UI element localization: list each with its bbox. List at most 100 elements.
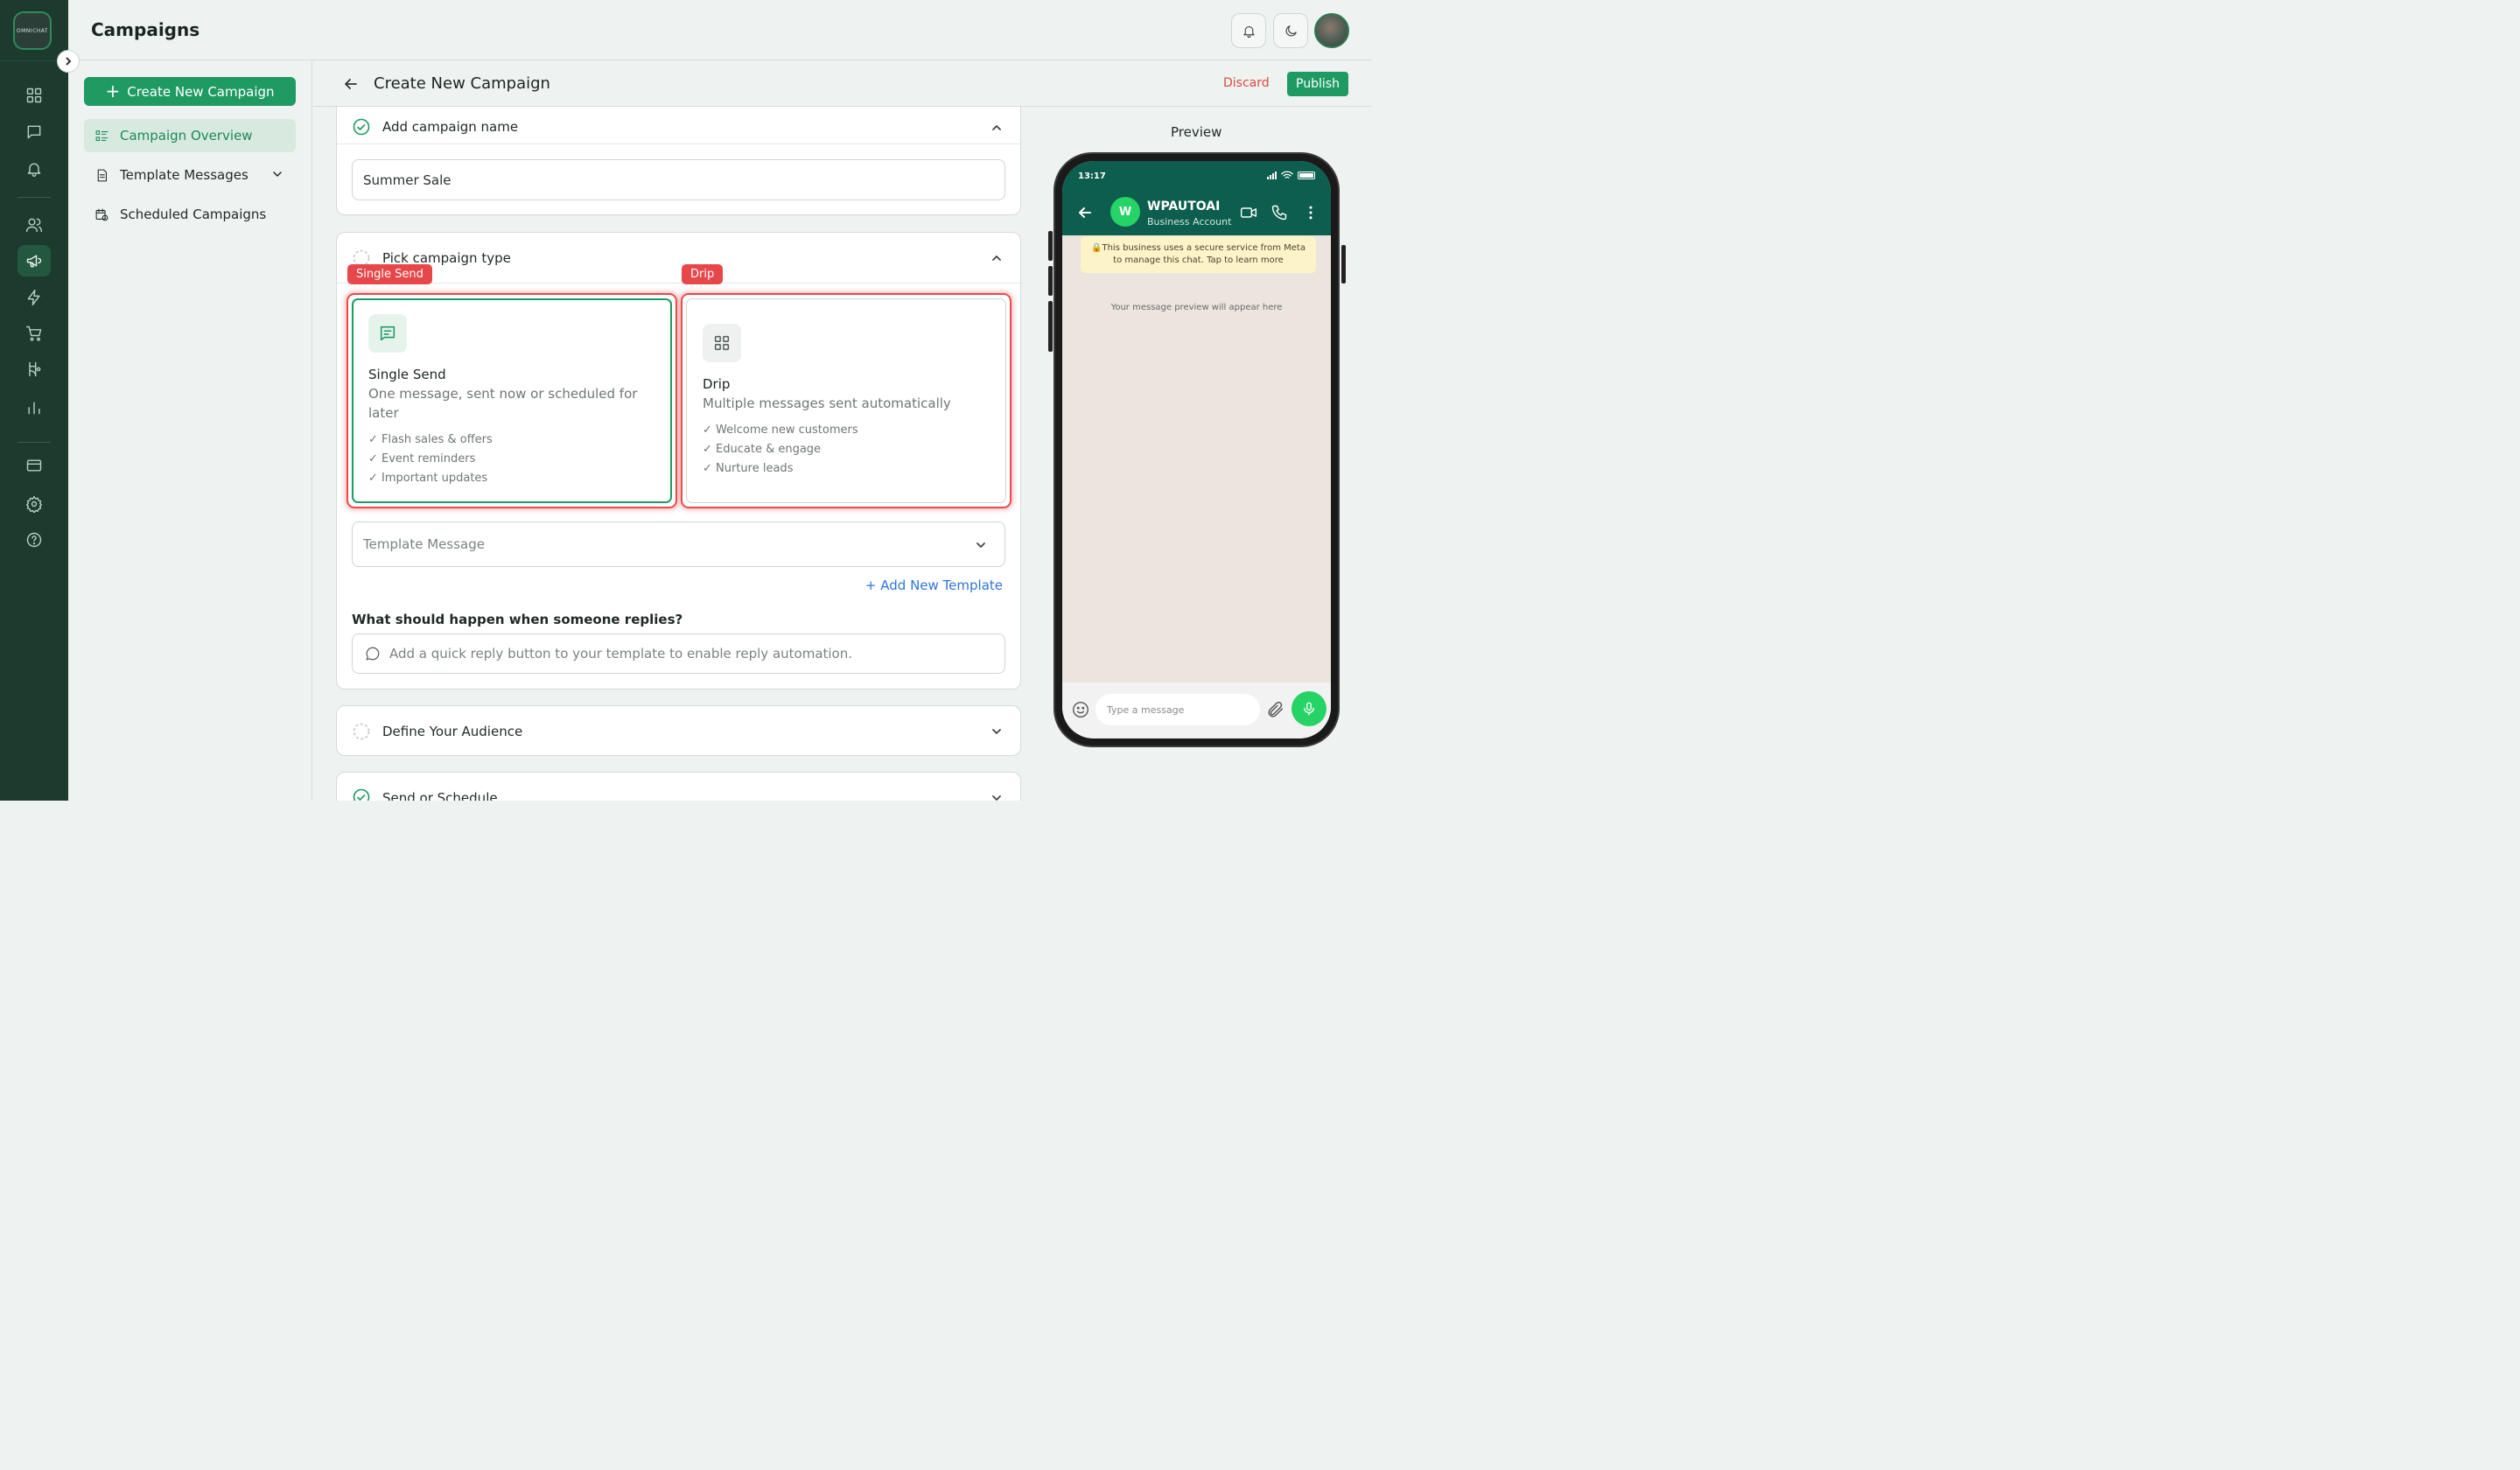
create-campaign-button[interactable]: + Create New Campaign — [84, 77, 296, 106]
bell-icon — [1242, 25, 1255, 38]
users-icon[interactable] — [18, 209, 51, 241]
campaign-form: Add campaign name Summer Sale Pick campa… — [313, 107, 1023, 801]
page-header: Create New Campaign Discard Publish — [313, 61, 1372, 107]
chevron-down-icon — [992, 729, 1001, 734]
message-input[interactable]: Type a message — [1096, 694, 1260, 725]
phone-side-button — [1048, 266, 1053, 296]
cart-icon[interactable] — [18, 318, 51, 349]
campaign-name-section: Add campaign name Summer Sale — [336, 107, 1021, 215]
back-arrow-icon[interactable] — [1077, 205, 1093, 220]
sidebar: + Create New Campaign Campaign Overview … — [68, 61, 312, 801]
option-description: One message, sent now or scheduled for l… — [368, 386, 638, 421]
preview-placeholder: Your message preview will appear here — [1110, 303, 1283, 312]
page-title: Campaigns — [91, 19, 200, 40]
chevron-up-icon — [992, 256, 1001, 261]
moon-icon — [1285, 24, 1297, 36]
option-tag: Single Send — [347, 264, 432, 284]
sidebar-item-label: Template Messages — [120, 167, 248, 183]
sidebar-item-campaign-overview[interactable]: Campaign Overview — [84, 119, 296, 152]
campaign-name-input[interactable]: Summer Sale — [352, 159, 1005, 200]
option-name: Drip — [703, 376, 731, 392]
option-feature: ✓ Educate & engage — [703, 443, 822, 456]
reply-question-label: What should happen when someone replies? — [352, 612, 683, 627]
campaign-type-section: Pick campaign type Single Send Single Se… — [336, 232, 1021, 690]
template-message-select[interactable]: Template Message — [352, 522, 1005, 567]
option-tag: Drip — [682, 264, 724, 284]
campaign-name-header[interactable]: Add campaign name — [337, 107, 1020, 144]
notifications-button[interactable] — [1231, 13, 1266, 48]
notice-text: This business uses a secure service from… — [1102, 243, 1306, 253]
publish-button[interactable]: Publish — [1287, 72, 1348, 96]
chat-header: 13:17 W WPAUTOAI Business Account — [1062, 161, 1331, 235]
left-rail: OMNICHAT — [0, 0, 68, 801]
chevron-up-icon — [992, 125, 1001, 130]
option-name: Single Send — [368, 367, 446, 382]
card-icon[interactable] — [18, 450, 51, 481]
dashboard-icon[interactable] — [18, 80, 51, 111]
megaphone-icon[interactable] — [18, 245, 51, 276]
section-label: Send or Schedule — [382, 790, 498, 801]
schedule-header: Send or Schedule — [337, 773, 1020, 801]
avatar[interactable] — [1314, 13, 1349, 48]
theme-toggle-button[interactable] — [1273, 13, 1308, 48]
route-icon[interactable] — [18, 354, 51, 385]
add-new-template-link[interactable]: + Add New Template — [865, 578, 1003, 593]
mic-button[interactable] — [1292, 691, 1326, 726]
check-circle-icon — [353, 118, 370, 136]
chevron-down-icon — [992, 795, 1001, 801]
message-icon — [368, 314, 407, 353]
bolt-icon[interactable] — [18, 282, 51, 313]
encryption-notice[interactable]: 🔒This business uses a secure service fro… — [1081, 236, 1316, 273]
campaign-type-header[interactable]: Pick campaign type — [337, 233, 1020, 283]
notice-line: 🔒This business uses a secure service fro… — [1081, 242, 1316, 255]
rail-separator — [18, 442, 51, 443]
sidebar-item-label: Scheduled Campaigns — [120, 206, 267, 222]
sidebar-item-scheduled-campaigns[interactable]: Scheduled Campaigns — [84, 198, 296, 231]
chevron-right-icon — [66, 57, 72, 66]
sidebar-expand-button[interactable] — [57, 50, 80, 73]
status-time: 13:17 — [1078, 172, 1106, 181]
option-feature: ✓ Flash sales & offers — [368, 433, 493, 446]
chat-icon[interactable] — [18, 116, 51, 148]
emoji-icon[interactable] — [1071, 700, 1090, 719]
phone-call-icon[interactable] — [1270, 204, 1288, 221]
chart-icon[interactable] — [18, 392, 51, 424]
sidebar-item-template-messages[interactable]: Template Messages — [84, 158, 296, 192]
reply-hint-text: Add a quick reply button to your templat… — [389, 646, 853, 662]
audience-section[interactable]: Define Your Audience — [336, 705, 1021, 756]
video-call-icon[interactable] — [1240, 204, 1257, 221]
help-icon[interactable] — [18, 524, 51, 556]
calendar-clock-icon — [95, 208, 108, 220]
status-icons — [1267, 171, 1315, 180]
paperclip-icon[interactable] — [1266, 700, 1285, 719]
section-label: Define Your Audience — [382, 724, 523, 739]
option-feature: ✓ Nurture leads — [703, 462, 794, 475]
phone-preview: 13:17 W WPAUTOAI Business Account 🔒This … — [1048, 152, 1346, 747]
option-feature: ✓ Event reminders — [368, 452, 476, 466]
bell-icon[interactable] — [18, 153, 51, 185]
wifi-icon — [1281, 171, 1293, 178]
schedule-section[interactable]: Send or Schedule — [336, 772, 1021, 801]
logo-text: OMNICHAT — [16, 27, 49, 34]
back-arrow-icon[interactable] — [343, 76, 359, 92]
create-campaign-title: Create New Campaign — [374, 74, 550, 93]
campaign-type-single-send[interactable]: Single Send Single Send One message, sen… — [346, 264, 677, 508]
preview-title: Preview — [1171, 124, 1222, 140]
campaign-type-drip[interactable]: Drip Drip Multiple messages sent automat… — [681, 264, 1012, 508]
reply-automation-hint: Add a quick reply button to your templat… — [352, 634, 1005, 674]
option-description: Multiple messages sent automatically — [703, 396, 951, 411]
phone-side-button — [1048, 231, 1053, 261]
more-vertical-icon[interactable] — [1302, 204, 1320, 221]
battery-icon — [1298, 172, 1315, 179]
business-subtitle: Business Account — [1147, 216, 1232, 228]
grid-icon — [703, 324, 741, 362]
business-avatar: W — [1110, 197, 1140, 227]
section-label: Add campaign name — [382, 119, 519, 135]
discard-button[interactable]: Discard — [1223, 76, 1270, 90]
app-logo[interactable]: OMNICHAT — [13, 11, 52, 50]
document-icon — [97, 169, 107, 181]
gear-icon[interactable] — [18, 488, 51, 520]
notice-line: to manage this chat. Tap to learn more — [1113, 256, 1284, 265]
phone-side-button — [1341, 245, 1346, 284]
audience-header: Define Your Audience — [337, 706, 1020, 743]
